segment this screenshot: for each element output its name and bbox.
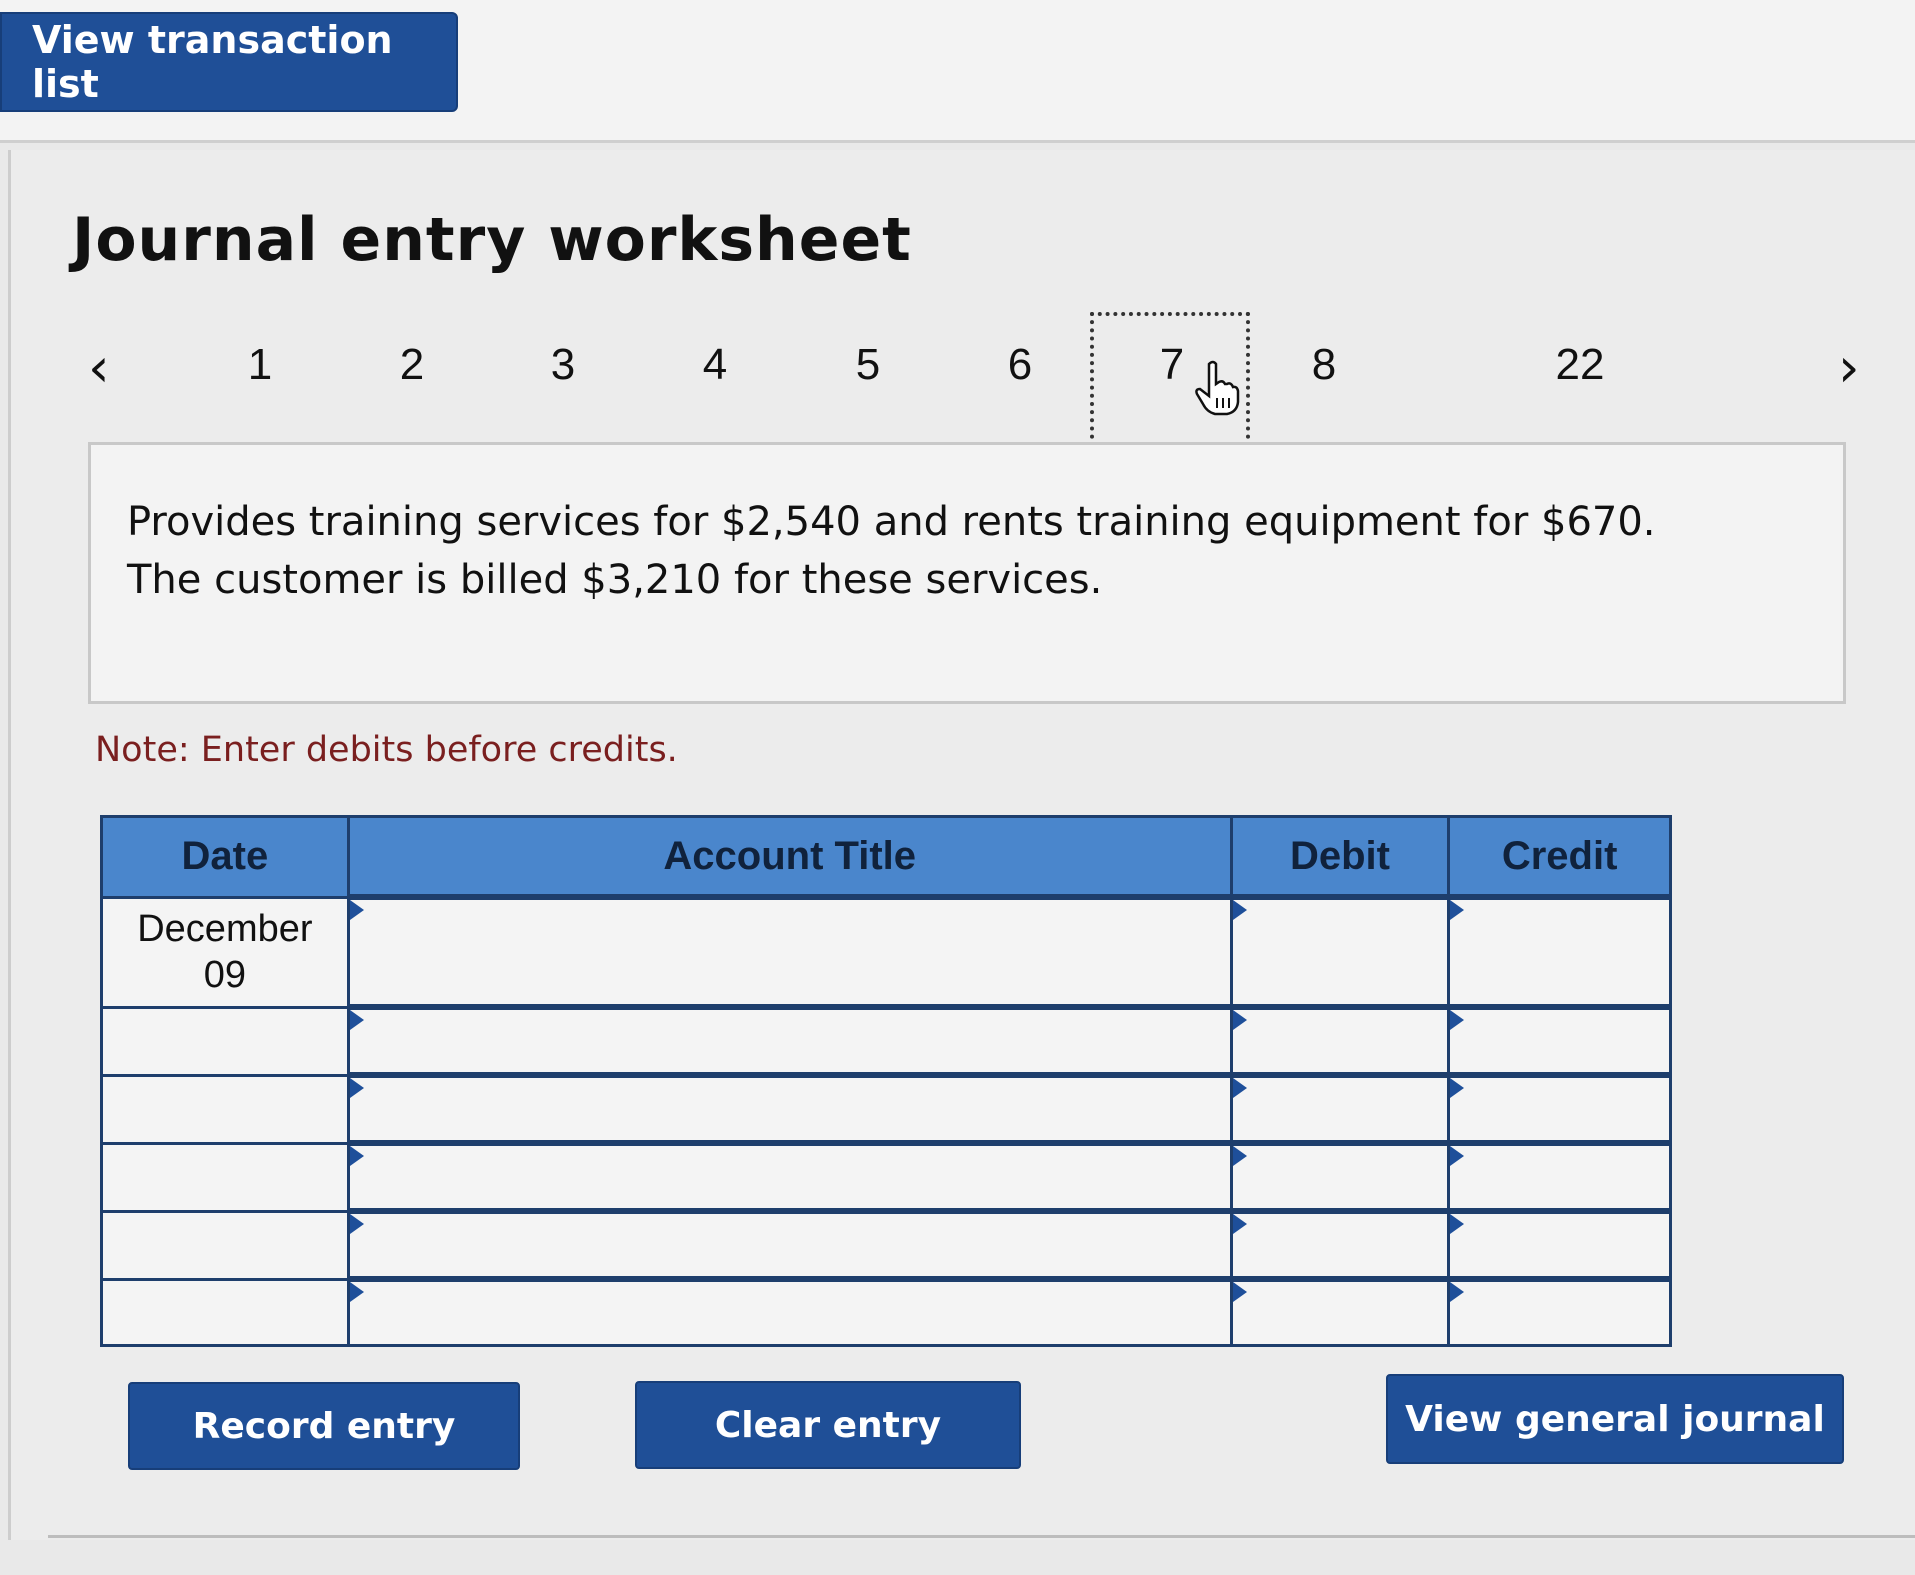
- record-entry-button[interactable]: Record entry: [128, 1382, 520, 1470]
- credit-cell[interactable]: [1447, 1072, 1672, 1145]
- date-cell: December 09: [100, 895, 350, 1009]
- date-cell: [100, 1073, 350, 1145]
- page-link-2[interactable]: 2: [372, 340, 452, 390]
- date-day: 09: [203, 954, 247, 996]
- table-row: [100, 1004, 1672, 1077]
- dropdown-marker-icon: [349, 900, 364, 920]
- page-link-22[interactable]: 22: [1540, 340, 1620, 390]
- table-row: December 09: [100, 894, 1672, 1009]
- credit-cell[interactable]: [1447, 1208, 1672, 1281]
- chevron-right-icon[interactable]: ›: [1838, 336, 1860, 399]
- credit-cell[interactable]: [1447, 1276, 1672, 1347]
- page-link-5[interactable]: 5: [828, 340, 908, 390]
- page-link-1[interactable]: 1: [220, 340, 300, 390]
- input-marker-icon: [1232, 1282, 1247, 1302]
- credit-input[interactable]: [1450, 1282, 1669, 1344]
- credit-cell[interactable]: [1447, 1004, 1672, 1077]
- input-marker-icon: [1450, 1010, 1465, 1030]
- account-title-cell[interactable]: [346, 1072, 1233, 1145]
- table-row: [100, 1276, 1672, 1347]
- page-link-6[interactable]: 6: [980, 340, 1060, 390]
- dropdown-marker-icon: [349, 1282, 364, 1302]
- debit-input[interactable]: [1232, 1010, 1448, 1072]
- credit-input[interactable]: [1450, 1146, 1669, 1208]
- column-header-date: Date: [100, 815, 350, 899]
- account-title-input[interactable]: [349, 1010, 1230, 1072]
- transaction-description: Provides training services for $2,540 an…: [88, 442, 1846, 704]
- dropdown-marker-icon: [349, 1010, 364, 1030]
- panel-bottom-border: [48, 1535, 1915, 1538]
- debit-input[interactable]: [1232, 1146, 1448, 1208]
- page-title: Journal entry worksheet: [72, 205, 912, 275]
- account-title-input[interactable]: [349, 1214, 1230, 1276]
- table-row: [100, 1072, 1672, 1145]
- input-marker-icon: [1450, 1078, 1465, 1098]
- date-cell: [100, 1141, 350, 1213]
- description-line-1: Provides training services for $2,540 an…: [127, 499, 1656, 545]
- column-header-account-title: Account Title: [346, 815, 1233, 899]
- input-marker-icon: [1232, 1146, 1247, 1166]
- transaction-pager: ‹ 1 2 3 4 5 6 7 8 22 ›: [0, 300, 1915, 450]
- date-month: December: [137, 908, 313, 950]
- debit-cell[interactable]: [1229, 1208, 1451, 1281]
- debit-cell[interactable]: [1229, 1276, 1451, 1347]
- date-cell: [100, 1209, 350, 1281]
- account-title-cell[interactable]: [346, 1140, 1233, 1213]
- input-marker-icon: [1450, 1282, 1465, 1302]
- credit-cell[interactable]: [1447, 894, 1672, 1009]
- account-title-input[interactable]: [349, 1146, 1230, 1208]
- account-title-input[interactable]: [349, 900, 1230, 1004]
- view-general-journal-button[interactable]: View general journal: [1386, 1374, 1844, 1464]
- input-marker-icon: [1450, 1146, 1465, 1166]
- input-marker-icon: [1450, 900, 1465, 920]
- input-marker-icon: [1232, 900, 1247, 920]
- journal-entry-table: Date Account Title Debit Credit December…: [100, 815, 1672, 1347]
- account-title-cell[interactable]: [346, 1208, 1233, 1281]
- account-title-cell[interactable]: [346, 1004, 1233, 1077]
- page-link-4[interactable]: 4: [675, 340, 755, 390]
- column-header-debit: Debit: [1229, 815, 1451, 899]
- debit-input[interactable]: [1232, 900, 1448, 1004]
- description-line-2: The customer is billed $3,210 for these …: [127, 557, 1103, 603]
- date-cell: [100, 1005, 350, 1077]
- account-title-cell[interactable]: [346, 1276, 1233, 1347]
- input-marker-icon: [1232, 1078, 1247, 1098]
- view-transaction-list-button[interactable]: View transaction list: [0, 12, 458, 112]
- debit-input[interactable]: [1232, 1078, 1448, 1140]
- credit-cell[interactable]: [1447, 1140, 1672, 1213]
- date-cell: [100, 1277, 350, 1347]
- account-title-input[interactable]: [349, 1078, 1230, 1140]
- input-marker-icon: [1450, 1214, 1465, 1234]
- dropdown-marker-icon: [349, 1146, 364, 1166]
- debit-cell[interactable]: [1229, 894, 1451, 1009]
- entry-note: Note: Enter debits before credits.: [95, 730, 678, 770]
- input-marker-icon: [1232, 1010, 1247, 1030]
- dropdown-marker-icon: [349, 1214, 364, 1234]
- input-marker-icon: [1232, 1214, 1247, 1234]
- table-row: [100, 1140, 1672, 1213]
- chevron-left-icon[interactable]: ‹: [88, 336, 110, 399]
- hand-pointer-icon: [1195, 360, 1240, 416]
- credit-input[interactable]: [1450, 1078, 1669, 1140]
- page-link-3[interactable]: 3: [523, 340, 603, 390]
- account-title-cell[interactable]: [346, 894, 1233, 1009]
- credit-input[interactable]: [1450, 1214, 1669, 1276]
- page-link-8[interactable]: 8: [1284, 340, 1364, 390]
- column-header-credit: Credit: [1447, 815, 1672, 899]
- debit-cell[interactable]: [1229, 1140, 1451, 1213]
- account-title-input[interactable]: [349, 1282, 1230, 1344]
- debit-input[interactable]: [1232, 1214, 1448, 1276]
- table-row: [100, 1208, 1672, 1281]
- dropdown-marker-icon: [349, 1078, 364, 1098]
- debit-cell[interactable]: [1229, 1072, 1451, 1145]
- clear-entry-button[interactable]: Clear entry: [635, 1381, 1021, 1469]
- debit-cell[interactable]: [1229, 1004, 1451, 1077]
- credit-input[interactable]: [1450, 1010, 1669, 1072]
- table-header-row: Date Account Title Debit Credit: [100, 815, 1672, 899]
- credit-input[interactable]: [1450, 900, 1669, 1004]
- debit-input[interactable]: [1232, 1282, 1448, 1344]
